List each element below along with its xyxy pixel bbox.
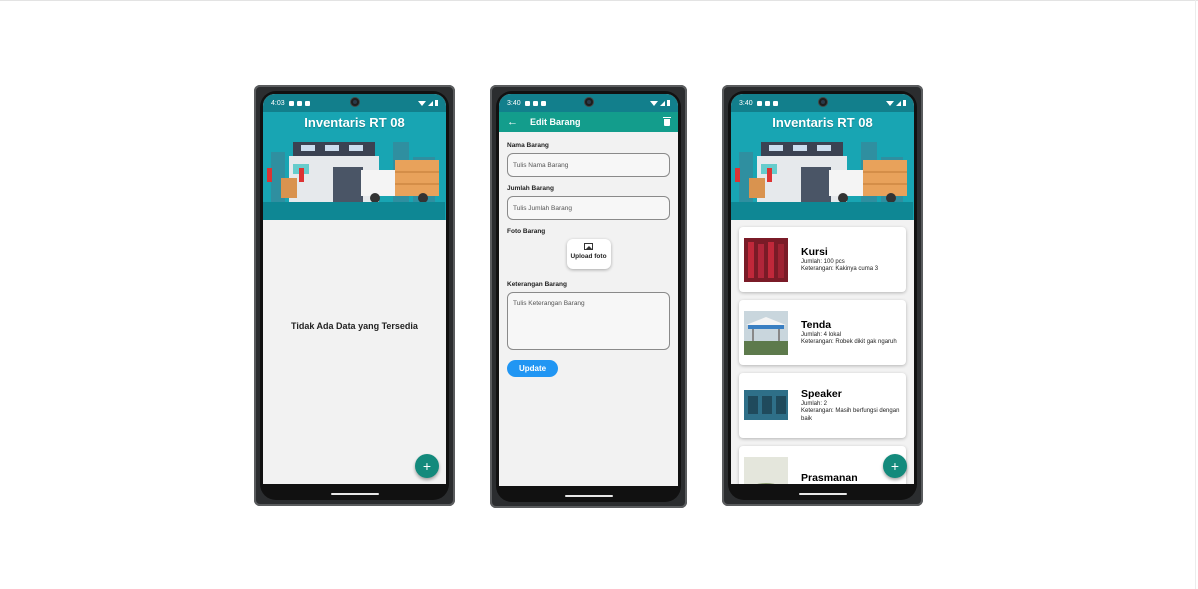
photo-label: Foto Barang bbox=[507, 228, 546, 235]
browser-top-border bbox=[0, 0, 1198, 1]
status-bar: 4:03 bbox=[263, 94, 446, 112]
signal-icon bbox=[428, 100, 433, 106]
front-camera bbox=[349, 97, 360, 107]
item-description: Keterangan: Kakinya cuma 3 bbox=[801, 266, 879, 272]
notification-icon bbox=[288, 100, 294, 106]
upload-photo-button[interactable]: Upload foto bbox=[566, 239, 611, 269]
status-bar: 3:40 bbox=[731, 94, 914, 112]
item-description: Keterangan: Robek dikit gak ngaruh bbox=[801, 339, 897, 345]
sim-icon bbox=[532, 100, 538, 106]
signal-icon bbox=[660, 100, 665, 106]
phone-bezel: 3:40 ← Edit Barang Nama Barang Tulis Nam… bbox=[496, 91, 681, 502]
download-icon bbox=[772, 100, 778, 106]
home-indicator bbox=[330, 493, 379, 495]
item-name: Prasmanan bbox=[801, 472, 858, 484]
app-title: Inventaris RT 08 bbox=[304, 115, 405, 130]
item-list: Kursi Jumlah: 100 pcs Keterangan: Kakiny… bbox=[731, 220, 914, 484]
item-name: Tenda bbox=[801, 318, 832, 331]
front-camera bbox=[583, 97, 594, 107]
item-photo bbox=[744, 237, 788, 282]
phone-bezel: 4:03 Inventaris RT 08 Tidak Ada Data yan… bbox=[260, 91, 449, 500]
description-input[interactable]: Tulis Keterangan Barang bbox=[507, 292, 670, 350]
notification-icon bbox=[524, 100, 530, 106]
item-quantity: Jumlah: 2 bbox=[801, 400, 828, 407]
name-label: Nama Barang bbox=[507, 142, 549, 149]
edit-form: Nama Barang Tulis Nama Barang Jumlah Bar… bbox=[499, 132, 678, 385]
item-photo bbox=[744, 310, 788, 355]
phone-bezel: 3:40 Inventaris RT 08 Kursi Jumlah: 100 … bbox=[728, 91, 917, 500]
item-name: Speaker bbox=[801, 387, 842, 400]
item-card[interactable]: Speaker Jumlah: 2 Keterangan: Masih berf… bbox=[739, 373, 906, 438]
scrollbar-track bbox=[1195, 0, 1196, 589]
battery-icon bbox=[903, 100, 906, 106]
wifi-icon bbox=[418, 100, 426, 106]
wifi-icon bbox=[650, 100, 658, 106]
item-photo bbox=[744, 384, 788, 428]
item-quantity: Jumlah: 4 lokal bbox=[801, 331, 842, 338]
item-photo bbox=[744, 456, 788, 484]
delete-icon[interactable] bbox=[663, 116, 671, 126]
item-quantity: Jumlah: 100 pcs bbox=[801, 258, 845, 265]
battery-icon bbox=[435, 100, 438, 106]
phone-edit-form: 3:40 ← Edit Barang Nama Barang Tulis Nam… bbox=[490, 85, 687, 508]
screen-home-list: 3:40 Inventaris RT 08 Kursi Jumlah: 100 … bbox=[731, 94, 914, 484]
home-indicator bbox=[798, 493, 847, 495]
sim-icon bbox=[764, 100, 770, 106]
download-icon bbox=[540, 100, 546, 106]
status-time: 3:40 bbox=[739, 99, 753, 107]
download-icon bbox=[304, 100, 310, 106]
add-item-fab[interactable]: + bbox=[415, 454, 439, 478]
signal-icon bbox=[896, 100, 901, 106]
screen-home-empty: 4:03 Inventaris RT 08 Tidak Ada Data yan… bbox=[263, 94, 446, 484]
image-icon bbox=[584, 243, 593, 250]
item-card[interactable]: Tenda Jumlah: 4 lokal Keterangan: Robek … bbox=[739, 300, 906, 365]
home-indicator bbox=[564, 495, 613, 497]
screen-edit-barang: 3:40 ← Edit Barang Nama Barang Tulis Nam… bbox=[499, 94, 678, 486]
upload-photo-label: Upload foto bbox=[570, 253, 607, 260]
status-time: 3:40 bbox=[507, 99, 521, 107]
header-banner: Inventaris RT 08 bbox=[731, 112, 914, 220]
quantity-input[interactable]: Tulis Jumlah Barang bbox=[507, 196, 670, 220]
status-time: 4:03 bbox=[271, 99, 285, 107]
sim-icon bbox=[296, 100, 302, 106]
phone-item-list: 3:40 Inventaris RT 08 Kursi Jumlah: 100 … bbox=[722, 85, 923, 506]
wifi-icon bbox=[886, 100, 894, 106]
front-camera bbox=[817, 97, 828, 107]
item-description: Keterangan: Masih berfungsi dengan baik bbox=[801, 408, 900, 422]
app-title: Inventaris RT 08 bbox=[772, 115, 873, 130]
name-input[interactable]: Tulis Nama Barang bbox=[507, 153, 670, 177]
quantity-label: Jumlah Barang bbox=[507, 185, 554, 192]
status-bar: 3:40 bbox=[499, 94, 678, 112]
app-bar: ← Edit Barang bbox=[499, 112, 678, 132]
header-banner: Inventaris RT 08 bbox=[263, 112, 446, 220]
add-item-fab[interactable]: + bbox=[883, 454, 907, 478]
item-card[interactable]: Kursi Jumlah: 100 pcs Keterangan: Kakiny… bbox=[739, 227, 906, 292]
back-arrow-icon[interactable]: ← bbox=[507, 116, 518, 128]
item-name: Kursi bbox=[801, 245, 828, 258]
update-button[interactable]: Update bbox=[507, 360, 559, 377]
phone-empty-state: 4:03 Inventaris RT 08 Tidak Ada Data yan… bbox=[254, 85, 455, 506]
page-title: Edit Barang bbox=[530, 117, 581, 127]
empty-state-message: Tidak Ada Data yang Tersedia bbox=[291, 321, 418, 331]
notification-icon bbox=[756, 100, 762, 106]
item-card[interactable]: Prasmanan bbox=[739, 446, 906, 484]
battery-icon bbox=[667, 100, 670, 106]
description-label: Keterangan Barang bbox=[507, 281, 567, 288]
